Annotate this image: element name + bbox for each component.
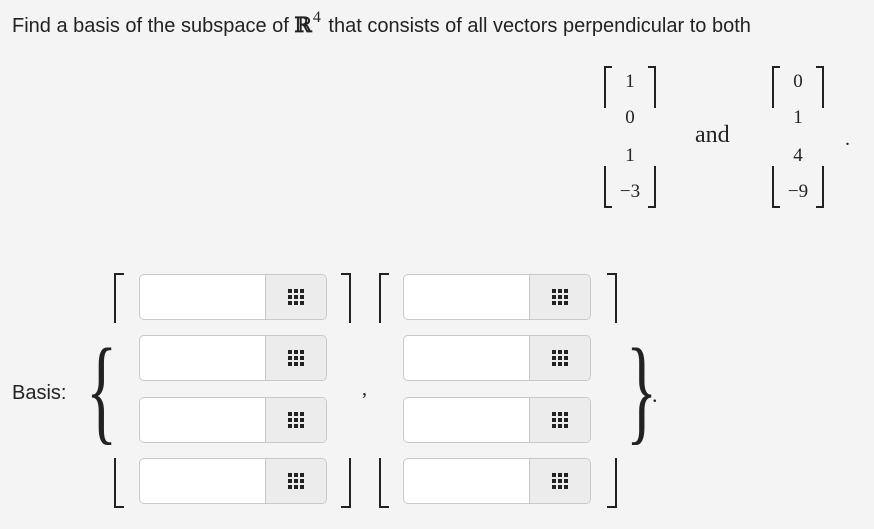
real-space-symbol: ℝ [294,12,312,37]
answer-vector-1-entry-2-keypad-button[interactable] [265,336,326,380]
answer-vector-2-field-1 [403,274,591,320]
answer-vector-1-entry-1-input[interactable] [140,275,266,319]
answer-vector-2-field-2 [403,335,591,381]
keypad-grid-icon [552,412,568,428]
answer-vector-2-entry-4-keypad-button[interactable] [529,459,590,503]
answer-vector-1-entry-4-keypad-button[interactable] [265,459,326,503]
answer-vector-1-entry-3-keypad-button[interactable] [265,398,326,442]
question-prefix: Find a basis of the subspace of [12,15,295,37]
answer-vector-2-entry-2-input[interactable] [404,336,530,380]
given-vector-1: 1 0 1 −3 [604,66,656,208]
given-vector-1-entry-3: 1 [625,145,635,166]
answer-vector-2-field-3 [403,397,591,443]
given-vector-1-entry-2: 0 [625,107,635,128]
answer-vector-1-field-4 [139,458,327,504]
answer-vector-1-entry-2-input[interactable] [140,336,266,380]
answer-vector-1-field-1 [139,274,327,320]
vector-separator-comma: , [362,378,367,400]
given-vector-2-entry-1: 0 [793,71,803,92]
keypad-grid-icon [288,289,304,305]
given-vector-1-entry-4: −3 [619,181,641,202]
answer-vector-2-entry-4-input[interactable] [404,459,530,503]
question-end-period: . [845,128,850,150]
keypad-grid-icon [552,350,568,366]
given-vector-2: 0 1 4 −9 [772,66,824,208]
answer-vector-1-bracket-bottom-left [114,458,124,508]
answer-vector-2-entry-3-keypad-button[interactable] [529,398,590,442]
answer-vector-2-entry-1-keypad-button[interactable] [529,275,590,319]
keypad-grid-icon [288,350,304,366]
given-vector-2-entry-3: 4 [793,145,803,166]
keypad-grid-icon [288,473,304,489]
given-vector-2-entry-4: −9 [787,181,809,202]
answer-vector-2-bracket-top-left [379,273,389,323]
answer-vector-2-bracket-top-right [607,273,617,323]
answer-vector-1-entry-1-keypad-button[interactable] [265,275,326,319]
real-space-dimension: 4 [312,9,321,26]
answer-vector-2-entry-3-input[interactable] [404,398,530,442]
answer-vector-2-entry-2-keypad-button[interactable] [529,336,590,380]
answer-end-period: . [652,382,658,407]
answer-vector-2-entry-1-input[interactable] [404,275,530,319]
question-suffix: that consists of all vectors perpendicul… [322,15,751,37]
answer-vector-1-field-2 [139,335,327,381]
left-curly-brace: { [86,324,118,455]
answer-vector-1-bracket-top-right [341,273,351,323]
answer-vector-2-bracket-bottom-right [607,458,617,508]
answer-vector-2-field-4 [403,458,591,504]
answer-vector-1-entry-3-input[interactable] [140,398,266,442]
question-text: Find a basis of the subspace of ℝ4 that … [12,9,751,41]
given-vector-1-entry-1: 1 [625,71,635,92]
answer-vector-1-bracket-bottom-right [341,458,351,508]
answer-vector-2-bracket-bottom-left [379,458,389,508]
keypad-grid-icon [288,412,304,428]
given-vector-2-entry-2: 1 [793,107,803,128]
answer-vector-1-bracket-top-left [114,273,124,323]
basis-label: Basis: [12,382,67,404]
answer-vector-1-entry-4-input[interactable] [140,459,266,503]
answer-vector-1-field-3 [139,397,327,443]
keypad-grid-icon [552,289,568,305]
keypad-grid-icon [552,473,568,489]
and-connector: and [695,122,730,148]
